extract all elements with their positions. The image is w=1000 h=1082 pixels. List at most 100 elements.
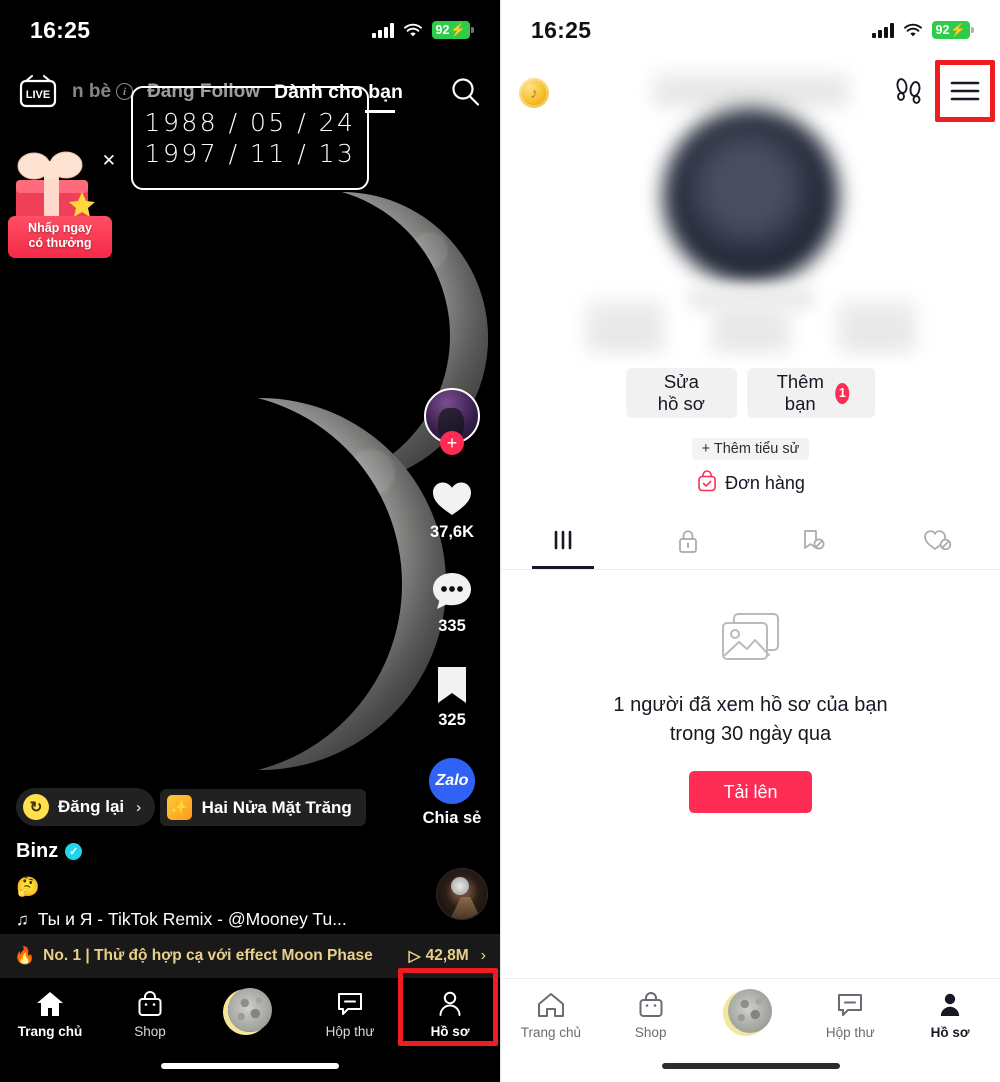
tab-profile-label: Hồ sơ xyxy=(430,1024,470,1039)
effect-icon: ✨ xyxy=(166,795,192,820)
author-name: Binz xyxy=(16,840,59,862)
profile-action-buttons: Sửa hồ sơ Thêm bạn 1 xyxy=(625,368,876,418)
add-friends-button[interactable]: Thêm bạn 1 xyxy=(746,368,876,418)
profile-header: ♪ xyxy=(501,62,1000,124)
add-friends-badge: 1 xyxy=(835,382,850,404)
orders-label: Đơn hàng xyxy=(725,473,805,493)
tab-shop[interactable]: Shop xyxy=(601,991,701,1040)
chevron-right-icon: › xyxy=(136,798,142,816)
shop-bag-icon xyxy=(138,991,162,1016)
add-bio-button[interactable]: + Thêm tiểu sử xyxy=(691,438,810,460)
profile-stats-blurred[interactable] xyxy=(585,300,916,354)
person-icon xyxy=(940,993,960,1016)
gift-promo-label[interactable]: Nhấp ngay có thưởng xyxy=(8,215,112,258)
repost-label: Đăng lại xyxy=(58,797,125,816)
author-row[interactable]: Binz ✓ xyxy=(16,840,416,863)
effect-chip[interactable]: ✨ Hai Nửa Mặt Trăng xyxy=(159,789,366,826)
tab-shop-label: Shop xyxy=(634,1025,667,1040)
play-icon: ▷ xyxy=(408,947,421,965)
heart-icon xyxy=(433,482,471,515)
zalo-share-icon[interactable]: Zalo xyxy=(428,758,475,804)
orders-link[interactable]: Đơn hàng xyxy=(696,470,805,497)
chevron-right-icon: › xyxy=(480,947,486,964)
comment-button[interactable]: 335 xyxy=(430,570,474,636)
tab-saved[interactable] xyxy=(751,512,876,569)
music-title: Ты и Я - TikTok Remix - @Mooney Tu... xyxy=(37,909,347,929)
edit-profile-button[interactable]: Sửa hồ sơ xyxy=(625,368,737,418)
dual-screenshot-container: 16:25 92 ⚡ LIVE n bè i Đang Follow Dành ch… xyxy=(0,0,1000,1082)
posts-grid-icon xyxy=(555,530,572,549)
bookmark-button[interactable]: 325 xyxy=(434,664,470,730)
moon-lower-shadow xyxy=(18,392,402,776)
share-label: Chia sẻ xyxy=(422,809,482,827)
tab-profile[interactable]: Hồ sơ xyxy=(900,991,1000,1040)
tab-create[interactable] xyxy=(200,988,300,1032)
tiktok-coin-icon[interactable]: ♪ xyxy=(519,78,549,108)
stat-following-blurred[interactable] xyxy=(585,300,664,352)
trending-text: No. 1 | Thử độ hợp cạ với effect Moon Ph… xyxy=(43,947,373,964)
home-icon xyxy=(537,993,564,1017)
tab-inbox[interactable]: Hộp thư xyxy=(800,991,900,1040)
music-note-icon: ♫ xyxy=(16,909,29,929)
footprints-icon[interactable] xyxy=(892,74,926,113)
comment-count: 335 xyxy=(438,617,466,635)
music-row[interactable]: ♫ Ты и Я - TikTok Remix - @Mooney Tu... xyxy=(16,909,416,930)
home-indicator xyxy=(661,1063,840,1069)
photo-stack-icon xyxy=(718,610,784,671)
profile-header-actions xyxy=(892,74,982,113)
stat-likes-blurred[interactable] xyxy=(837,300,916,352)
stat-followers-blurred[interactable] xyxy=(711,300,790,352)
wifi-icon xyxy=(903,23,923,38)
tab-private[interactable] xyxy=(626,512,751,569)
moon-create-icon xyxy=(228,988,272,1032)
trending-banner[interactable]: 🔥 No. 1 | Thử độ hợp cạ với effect Moon … xyxy=(0,934,500,978)
tab-home-label: Trang chủ xyxy=(520,1025,582,1040)
tab-inbox[interactable]: Hộp thư xyxy=(300,990,400,1039)
gift-label-line2: có thưởng xyxy=(28,236,92,251)
tab-home-label: Trang chủ xyxy=(17,1024,83,1039)
verified-badge-icon: ✓ xyxy=(65,843,83,860)
profile-empty-state: 1 người đã xem hồ sơ của bạn trong 30 ng… xyxy=(501,610,1000,813)
like-count: 37,6K xyxy=(429,523,475,541)
gift-promo[interactable]: ✕ Nhấp ngay có thưởng xyxy=(8,140,116,258)
like-button[interactable]: 37,6K xyxy=(430,478,474,542)
repost-icon: ↻ xyxy=(23,794,49,820)
gift-label-line1: Nhấp ngay xyxy=(28,220,92,235)
bookmark-count: 325 xyxy=(438,711,466,729)
bookmark-icon xyxy=(438,667,466,703)
effect-label: Hai Nửa Mặt Trăng xyxy=(201,797,352,817)
author-avatar[interactable]: + xyxy=(424,388,480,455)
tab-profile[interactable]: Hồ sơ xyxy=(400,990,500,1039)
tab-liked[interactable] xyxy=(875,512,1000,569)
tab-inbox-label: Hộp thư xyxy=(325,1024,375,1039)
flame-icon: 🔥 xyxy=(14,946,36,965)
tab-create[interactable] xyxy=(701,989,801,1033)
tab-home[interactable]: Trang chủ xyxy=(501,991,601,1040)
profile-content-tabs xyxy=(501,512,1000,570)
hamburger-menu-icon[interactable] xyxy=(948,76,982,111)
cellular-signal-icon xyxy=(872,22,894,38)
repost-chip[interactable]: ↻ Đăng lại › xyxy=(16,788,156,826)
caption-text: 🤔 xyxy=(16,877,40,898)
follow-plus-button[interactable]: + xyxy=(440,431,464,455)
status-time: 16:25 xyxy=(531,16,592,43)
home-icon xyxy=(37,992,63,1016)
bookmark-hidden-icon xyxy=(804,529,825,549)
lock-icon xyxy=(679,529,697,553)
upload-button[interactable]: Tải lên xyxy=(689,771,812,813)
tab-profile-label: Hồ sơ xyxy=(930,1025,970,1040)
close-icon[interactable]: ✕ xyxy=(102,152,116,169)
trending-views: ▷ 42,8M xyxy=(409,947,469,966)
left-phone-feed-screen: 16:25 92 ⚡ LIVE n bè i Đang Follow Dành ch… xyxy=(0,0,500,1082)
tab-home[interactable]: Trang chủ xyxy=(0,990,100,1039)
video-action-rail: + 37,6K 335 325 Zalo Chia sẻ xyxy=(414,388,490,856)
bottom-tab-bar: Trang chủ Shop Hộp thư Hồ sơ xyxy=(501,978,1000,1082)
status-indicators: 92 ⚡ xyxy=(872,21,970,39)
empty-state-line-2: trong 30 ngày qua xyxy=(669,723,832,745)
add-friends-label: Thêm bạn xyxy=(776,371,824,414)
share-button[interactable]: Zalo Chia sẻ xyxy=(422,758,482,828)
tab-posts[interactable] xyxy=(501,512,626,569)
music-disc[interactable] xyxy=(436,868,488,920)
tab-shop[interactable]: Shop xyxy=(100,990,200,1039)
profile-avatar-blurred[interactable] xyxy=(662,108,839,284)
